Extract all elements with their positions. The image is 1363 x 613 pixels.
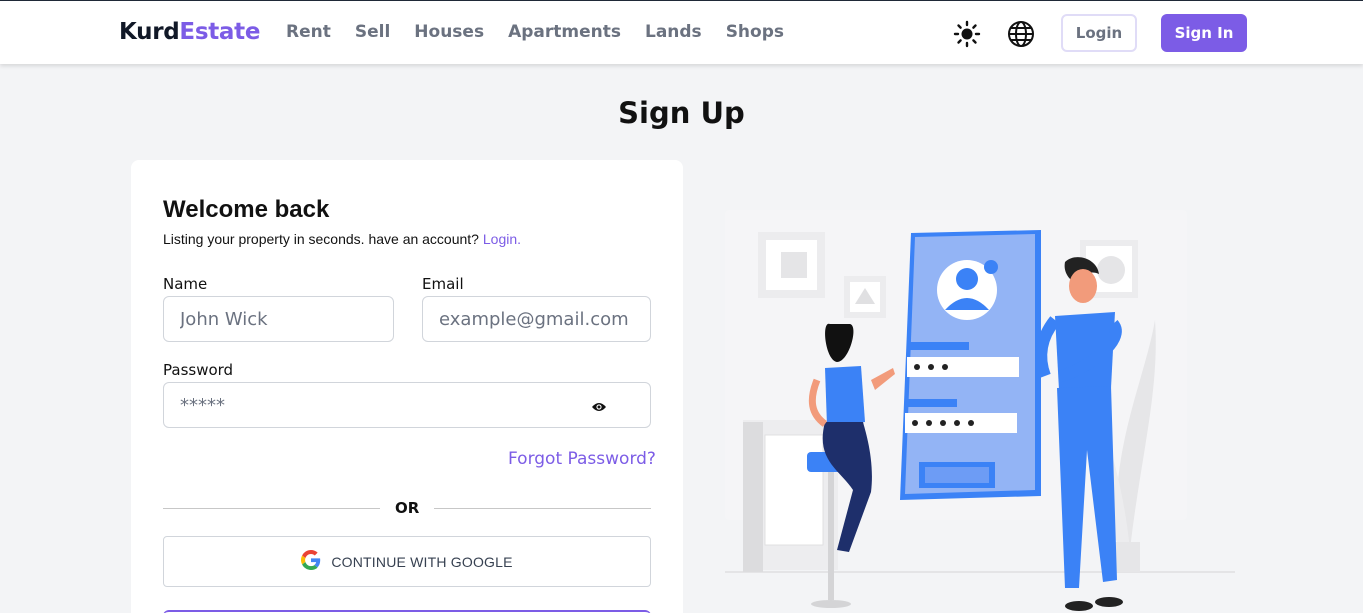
password-input[interactable] xyxy=(163,382,651,428)
form-heading: Welcome back xyxy=(163,196,330,223)
name-label: Name xyxy=(163,275,208,293)
email-label: Email xyxy=(422,275,464,293)
nav-link-houses[interactable]: Houses xyxy=(414,22,484,42)
nav-link-shops[interactable]: Shops xyxy=(726,22,784,42)
page-title: Sign Up xyxy=(618,96,745,130)
brand-logo[interactable]: KurdEstate xyxy=(119,19,260,45)
navbar: KurdEstate Rent Sell Houses Apartments L… xyxy=(0,0,1363,64)
signup-card: Welcome back Listing your property in se… xyxy=(131,160,683,613)
form-subtitle: Listing your property in seconds. have a… xyxy=(163,231,521,247)
forgot-password-link[interactable]: Forgot Password? xyxy=(508,449,656,469)
signup-illustration xyxy=(725,210,1235,611)
brand-name-part1: Kurd xyxy=(119,19,180,45)
nav-links: Rent Sell Houses Apartments Lands Shops xyxy=(286,22,784,42)
divider-left xyxy=(163,508,380,509)
password-label: Password xyxy=(163,361,234,379)
login-button[interactable]: Login xyxy=(1061,14,1137,52)
globe-icon[interactable] xyxy=(1007,20,1035,48)
login-link[interactable]: Login. xyxy=(483,231,521,247)
or-divider-label: OR xyxy=(395,499,420,517)
nav-link-rent[interactable]: Rent xyxy=(286,22,331,42)
google-icon xyxy=(301,549,321,574)
nav-link-sell[interactable]: Sell xyxy=(355,22,390,42)
brand-name-part2: Estate xyxy=(179,19,261,45)
subtitle-text: Listing your property in seconds. have a… xyxy=(163,231,479,247)
continue-with-google-button[interactable]: CONTINUE WITH GOOGLE xyxy=(163,536,651,587)
nav-link-apartments[interactable]: Apartments xyxy=(508,22,621,42)
sign-in-button[interactable]: Sign In xyxy=(1161,14,1247,52)
name-input[interactable] xyxy=(163,296,394,342)
sun-icon[interactable] xyxy=(953,20,981,48)
email-input[interactable] xyxy=(422,296,651,342)
google-button-label: CONTINUE WITH GOOGLE xyxy=(331,553,513,570)
nav-link-lands[interactable]: Lands xyxy=(645,22,702,42)
eye-icon[interactable] xyxy=(591,398,607,411)
divider-right xyxy=(434,508,651,509)
